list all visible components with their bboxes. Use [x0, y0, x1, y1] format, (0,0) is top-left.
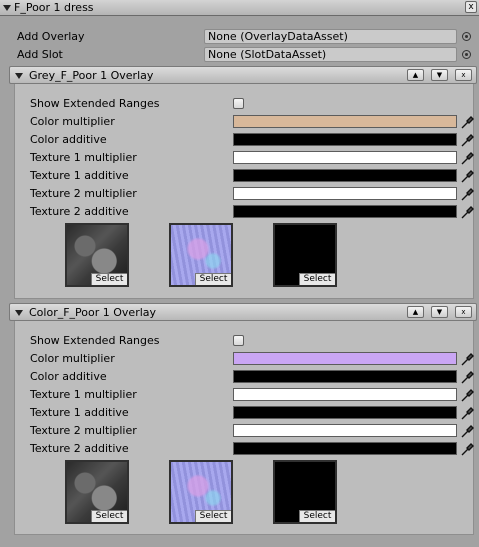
- eyedropper-icon[interactable]: [459, 132, 475, 148]
- color-row: Texture 2 multiplier: [30, 422, 475, 440]
- extended-ranges-label: Show Extended Ranges: [30, 334, 160, 347]
- eyedropper-icon[interactable]: [459, 405, 475, 421]
- texture-thumbnail-black[interactable]: Select: [273, 223, 337, 287]
- add-overlay-label: Add Overlay: [17, 30, 85, 43]
- move-down-button[interactable]: ▼: [431, 306, 448, 318]
- eyedropper-icon[interactable]: [459, 351, 475, 367]
- color-row: Texture 2 additive: [30, 203, 475, 221]
- color-row: Texture 1 multiplier: [30, 386, 475, 404]
- color-row-label: Texture 1 multiplier: [30, 151, 137, 164]
- eyedropper-icon[interactable]: [459, 168, 475, 184]
- foldout-arrow-icon[interactable]: [15, 310, 23, 316]
- color-row: Texture 1 multiplier: [30, 149, 475, 167]
- color-swatch[interactable]: [233, 424, 457, 437]
- add-slot-label: Add Slot: [17, 48, 63, 61]
- move-up-button[interactable]: ▲: [407, 306, 424, 318]
- foldout-arrow-icon[interactable]: [15, 73, 23, 79]
- add-slot-field[interactable]: None (SlotDataAsset): [204, 47, 457, 62]
- recipe-title: F_Poor 1 dress: [14, 1, 94, 14]
- color-row-label: Texture 1 additive: [30, 169, 129, 182]
- color-swatch[interactable]: [233, 370, 457, 383]
- color-row-label: Texture 2 multiplier: [30, 424, 137, 437]
- color-row-label: Texture 1 additive: [30, 406, 129, 419]
- overlay-header[interactable]: Grey_F_Poor 1 Overlay ▲ ▼ x: [9, 66, 477, 84]
- add-slot-row: Add Slot None (SlotDataAsset): [0, 46, 479, 64]
- eyedropper-icon[interactable]: [459, 204, 475, 220]
- overlay-title: Grey_F_Poor 1 Overlay: [29, 69, 154, 82]
- overlay-header[interactable]: Color_F_Poor 1 Overlay ▲ ▼ x: [9, 303, 477, 321]
- color-row: Color additive: [30, 131, 475, 149]
- color-row: Color additive: [30, 368, 475, 386]
- color-row-label: Color additive: [30, 133, 107, 146]
- texture-thumbnail-normal[interactable]: Select: [169, 223, 233, 287]
- color-swatch[interactable]: [233, 187, 457, 200]
- overlay-panel: Show Extended Ranges Color multiplier Co…: [14, 321, 474, 535]
- overlay-panel: Show Extended Ranges Color multiplier Co…: [14, 84, 474, 299]
- texture-thumbnail-diffuse[interactable]: Select: [65, 223, 129, 287]
- extended-ranges-row: Show Extended Ranges: [30, 95, 475, 113]
- color-swatch[interactable]: [233, 406, 457, 419]
- eyedropper-icon[interactable]: [459, 441, 475, 457]
- close-button[interactable]: x: [465, 1, 477, 13]
- remove-overlay-button[interactable]: x: [455, 69, 472, 81]
- foldout-arrow-icon[interactable]: [3, 5, 11, 11]
- color-row-label: Texture 1 multiplier: [30, 388, 137, 401]
- texture-select-button[interactable]: Select: [195, 510, 231, 522]
- eyedropper-icon[interactable]: [459, 114, 475, 130]
- texture-select-button[interactable]: Select: [91, 273, 127, 285]
- color-swatch[interactable]: [233, 388, 457, 401]
- color-swatch[interactable]: [233, 442, 457, 455]
- eyedropper-icon[interactable]: [459, 387, 475, 403]
- texture-thumbnail-black[interactable]: Select: [273, 460, 337, 524]
- color-row: Color multiplier: [30, 113, 475, 131]
- color-swatch[interactable]: [233, 352, 457, 365]
- texture-thumbnail-normal[interactable]: Select: [169, 460, 233, 524]
- color-row-label: Texture 2 multiplier: [30, 187, 137, 200]
- color-swatch[interactable]: [233, 151, 457, 164]
- extended-ranges-checkbox[interactable]: [233, 335, 244, 346]
- color-row: Texture 1 additive: [30, 167, 475, 185]
- color-row-label: Texture 2 additive: [30, 442, 129, 455]
- color-row: Texture 2 multiplier: [30, 185, 475, 203]
- eyedropper-icon[interactable]: [459, 423, 475, 439]
- color-swatch[interactable]: [233, 205, 457, 218]
- extended-ranges-row: Show Extended Ranges: [30, 332, 475, 350]
- add-overlay-field[interactable]: None (OverlayDataAsset): [204, 29, 457, 44]
- overlay-title: Color_F_Poor 1 Overlay: [29, 306, 157, 319]
- color-swatch[interactable]: [233, 169, 457, 182]
- texture-thumbnail-diffuse[interactable]: Select: [65, 460, 129, 524]
- color-row-label: Color multiplier: [30, 115, 115, 128]
- color-row-label: Texture 2 additive: [30, 205, 129, 218]
- recipe-header[interactable]: F_Poor 1 dress x: [0, 0, 479, 16]
- remove-overlay-button[interactable]: x: [455, 306, 472, 318]
- object-picker-icon[interactable]: [462, 50, 471, 59]
- eyedropper-icon[interactable]: [459, 186, 475, 202]
- object-picker-icon[interactable]: [462, 32, 471, 41]
- texture-select-button[interactable]: Select: [91, 510, 127, 522]
- eyedropper-icon[interactable]: [459, 150, 475, 166]
- color-row: Texture 2 additive: [30, 440, 475, 458]
- add-overlay-row: Add Overlay None (OverlayDataAsset): [0, 28, 479, 46]
- color-swatch[interactable]: [233, 133, 457, 146]
- color-row-label: Color additive: [30, 370, 107, 383]
- color-swatch[interactable]: [233, 115, 457, 128]
- eyedropper-icon[interactable]: [459, 369, 475, 385]
- texture-select-button[interactable]: Select: [195, 273, 231, 285]
- move-up-button[interactable]: ▲: [407, 69, 424, 81]
- texture-select-button[interactable]: Select: [299, 510, 335, 522]
- color-row-label: Color multiplier: [30, 352, 115, 365]
- color-row: Texture 1 additive: [30, 404, 475, 422]
- color-row: Color multiplier: [30, 350, 475, 368]
- texture-select-button[interactable]: Select: [299, 273, 335, 285]
- move-down-button[interactable]: ▼: [431, 69, 448, 81]
- extended-ranges-checkbox[interactable]: [233, 98, 244, 109]
- extended-ranges-label: Show Extended Ranges: [30, 97, 160, 110]
